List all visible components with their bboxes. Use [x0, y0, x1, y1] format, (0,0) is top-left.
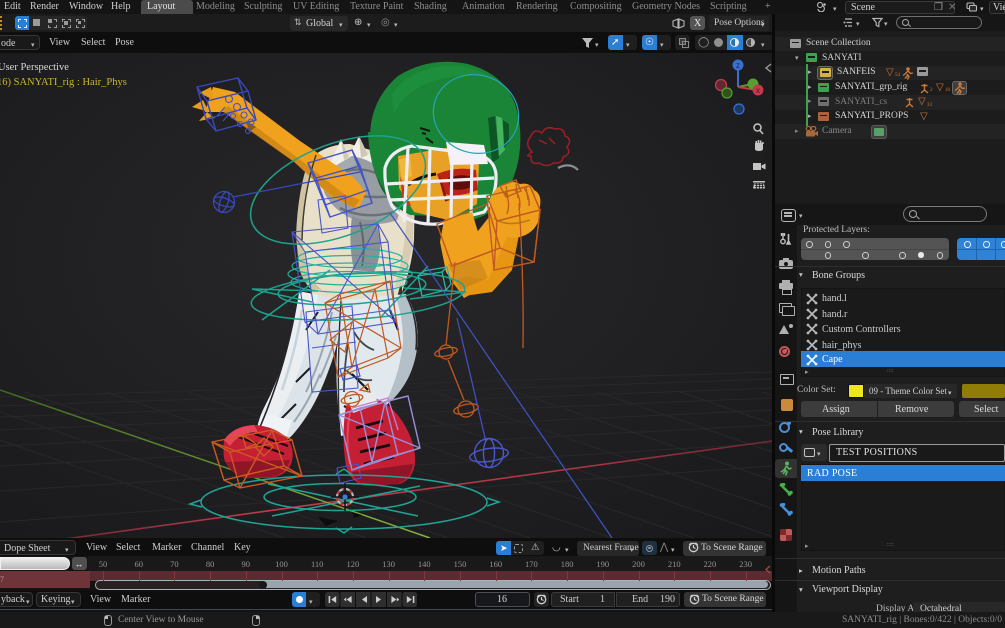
svg-text:User Perspective: User Perspective [0, 62, 69, 73]
svg-text:Z: Z [736, 64, 740, 70]
svg-text:X: X [756, 89, 760, 95]
svg-text:16) SANYATI_rig : Hair_Phys: 16) SANYATI_rig : Hair_Phys [0, 77, 127, 88]
